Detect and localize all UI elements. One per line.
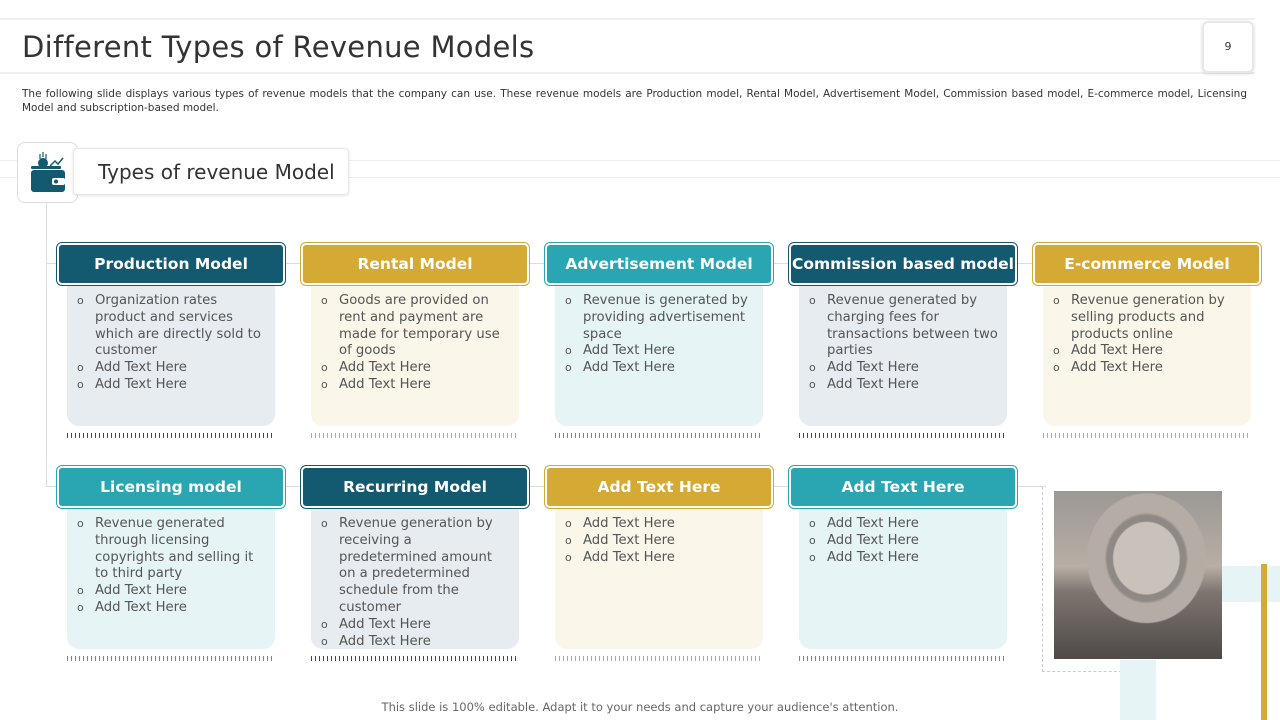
- bullet-item: Revenue generation by selling products a…: [1051, 293, 1243, 343]
- bullet-item: Add Text Here: [807, 550, 999, 567]
- bullet-item: Add Text Here: [563, 343, 755, 360]
- card-title: Add Text Here: [544, 465, 774, 509]
- revenue-model-card: Rental Model Goods are provided on rent a…: [300, 242, 530, 438]
- card-title: Advertisement Model: [544, 242, 774, 286]
- card-title: Add Text Here: [788, 465, 1018, 509]
- card-body: Revenue generation by selling products a…: [1043, 285, 1251, 426]
- revenue-model-card: Licensing model Revenue generated through…: [56, 465, 286, 661]
- card-body: Organization rates product and services …: [67, 285, 275, 426]
- dashed-divider: [311, 433, 519, 438]
- dashed-divider: [311, 656, 519, 661]
- bullet-item: Add Text Here: [75, 360, 267, 377]
- page-title: Different Types of Revenue Models: [22, 30, 535, 64]
- connector-line: [46, 203, 47, 486]
- dashed-divider: [555, 433, 763, 438]
- bullet-item: Add Text Here: [319, 634, 511, 651]
- dashed-divider: [67, 433, 275, 438]
- bullet-item: Add Text Here: [563, 550, 755, 567]
- bullet-item: Revenue generated through licensing copy…: [75, 516, 267, 583]
- card-body: Revenue generated through licensing copy…: [67, 508, 275, 649]
- card-title: Production Model: [56, 242, 286, 286]
- card-body: Goods are provided on rent and payment a…: [311, 285, 519, 426]
- bullet-item: Add Text Here: [1051, 343, 1243, 360]
- bullet-item: Add Text Here: [319, 617, 511, 634]
- decorative-bar: [1261, 564, 1267, 720]
- card-body: Add Text HereAdd Text HereAdd Text Here: [555, 508, 763, 649]
- dashed-divider: [555, 656, 763, 661]
- bullet-item: Add Text Here: [807, 516, 999, 533]
- revenue-model-card: Recurring Model Revenue generation by rec…: [300, 465, 530, 661]
- bullet-item: Add Text Here: [319, 377, 511, 394]
- bullet-item: Add Text Here: [1051, 360, 1243, 377]
- card-title: Commission based model: [788, 242, 1018, 286]
- slide-description: The following slide displays various typ…: [22, 88, 1247, 114]
- card-body: Revenue is generated by providing advert…: [555, 285, 763, 426]
- bullet-item: Goods are provided on rent and payment a…: [319, 293, 511, 360]
- bullet-item: Add Text Here: [807, 360, 999, 377]
- revenue-model-card: Production Model Organization rates produ…: [56, 242, 286, 438]
- page-number: 9: [1202, 21, 1254, 73]
- bullet-item: Add Text Here: [563, 360, 755, 377]
- bullet-item: Revenue generation by receiving a predet…: [319, 516, 511, 617]
- bullet-item: Add Text Here: [807, 533, 999, 550]
- dashed-divider: [67, 656, 275, 661]
- bullet-item: Add Text Here: [75, 600, 267, 617]
- bullet-item: Add Text Here: [319, 360, 511, 377]
- coin-jar-photo: [1054, 491, 1222, 659]
- card-body: Revenue generation by receiving a predet…: [311, 508, 519, 651]
- bullet-item: Revenue generated by charging fees for t…: [807, 293, 999, 360]
- bullet-item: Add Text Here: [75, 377, 267, 394]
- revenue-model-card: Add Text HereAdd Text HereAdd Text HereA…: [788, 465, 1018, 661]
- bullet-item: Add Text Here: [75, 583, 267, 600]
- card-title: E-commerce Model: [1032, 242, 1262, 286]
- bullet-item: Add Text Here: [563, 516, 755, 533]
- revenue-model-card: Advertisement Model Revenue is generated …: [544, 242, 774, 438]
- dashed-divider: [1043, 433, 1251, 438]
- wallet-icon: [17, 142, 78, 203]
- revenue-model-card: Add Text HereAdd Text HereAdd Text HereA…: [544, 465, 774, 661]
- card-body: Revenue generated by charging fees for t…: [799, 285, 1007, 426]
- card-body: Add Text HereAdd Text HereAdd Text Here: [799, 508, 1007, 649]
- footer-note: This slide is 100% editable. Adapt it to…: [381, 700, 899, 714]
- bullet-item: Add Text Here: [563, 533, 755, 550]
- dashed-divider: [799, 433, 1007, 438]
- bullet-item: Organization rates product and services …: [75, 293, 267, 360]
- card-title: Recurring Model: [300, 465, 530, 509]
- dashed-divider: [799, 656, 1007, 661]
- revenue-model-card: E-commerce Model Revenue generation by se…: [1032, 242, 1262, 438]
- bullet-item: Revenue is generated by providing advert…: [563, 293, 755, 343]
- bullet-item: Add Text Here: [807, 377, 999, 394]
- section-title: Types of revenue Model: [73, 148, 349, 195]
- card-title: Licensing model: [56, 465, 286, 509]
- revenue-model-card: Commission based model Revenue generated …: [788, 242, 1018, 438]
- card-title: Rental Model: [300, 242, 530, 286]
